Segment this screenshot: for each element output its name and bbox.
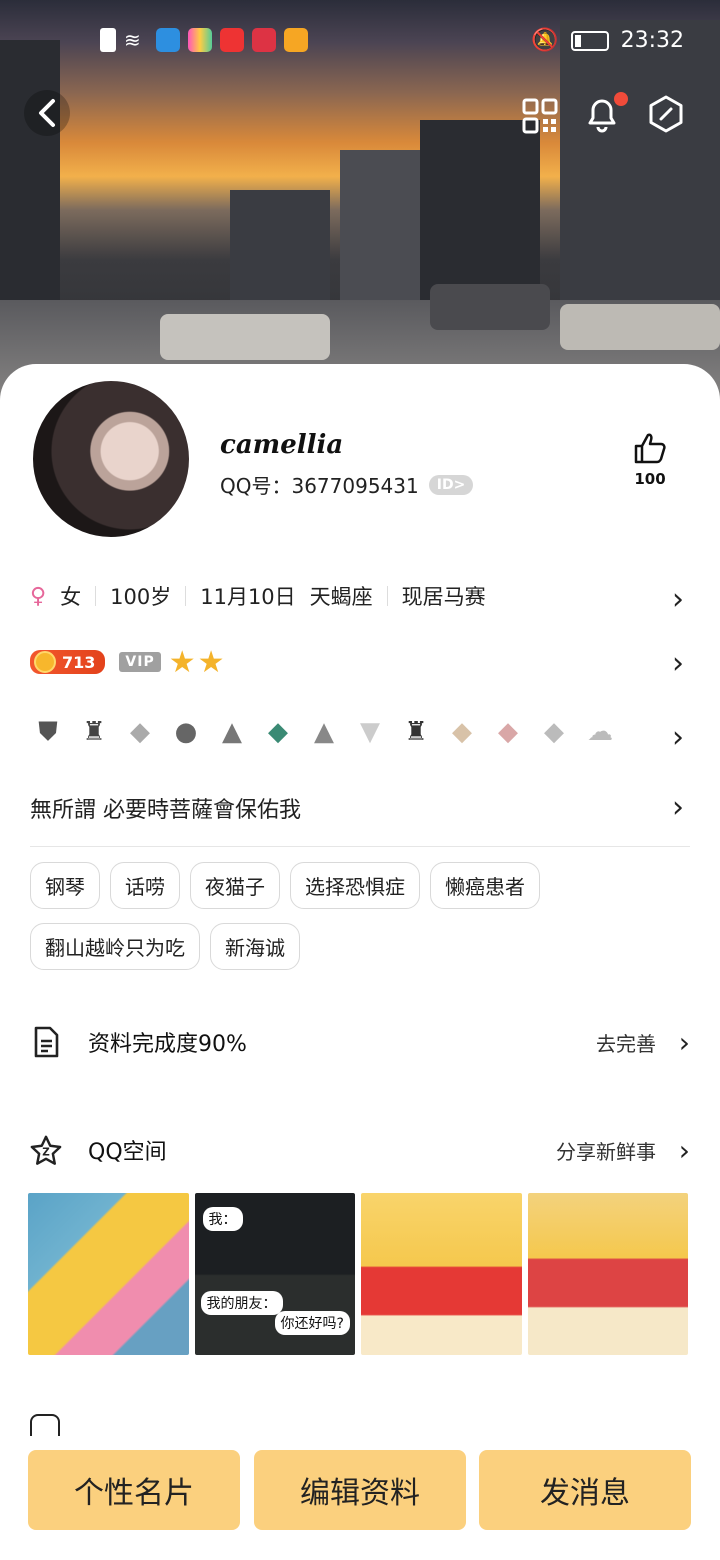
thumbs-up-icon <box>634 433 666 464</box>
status-bar: ≋ 🔕 23:32 <box>0 28 720 58</box>
photos-app-icon <box>188 28 212 52</box>
birthday: 11月10日 <box>200 585 296 609</box>
notification-button[interactable] <box>582 92 628 134</box>
gender: 女 <box>60 585 82 609</box>
shield-app-icon <box>284 28 308 52</box>
browser-app-icon <box>156 28 180 52</box>
qr-code-icon <box>522 98 558 134</box>
completion-label: 资料完成度90% <box>88 1032 247 1057</box>
mute-icon: 🔕 <box>531 28 559 53</box>
qq-number-text: QQ号：3677095431 <box>220 474 419 498</box>
bottom-action-bar: 个性名片 编辑资料 发消息 <box>0 1436 720 1560</box>
next-section-peek <box>30 1412 690 1436</box>
diamond-icon: ◆ <box>544 717 564 747</box>
qzone-row[interactable]: Z QQ空间 分享新鲜事 › <box>30 1130 690 1170</box>
diamond-icon: ◆ <box>498 717 518 747</box>
tag[interactable]: 懒癌患者 <box>430 862 540 909</box>
cover-photo[interactable] <box>0 0 720 420</box>
tag[interactable]: 翻山越岭只为吃 <box>30 923 200 970</box>
mountain-icon: ▲ <box>314 717 334 747</box>
clock: 23:32 <box>620 28 684 53</box>
sim-icon <box>100 28 116 52</box>
mountain-icon: ▲ <box>222 717 242 747</box>
chevron-right-icon: › <box>678 1133 690 1167</box>
coin-icon <box>34 651 56 673</box>
chevron-right-icon: › <box>678 1025 690 1059</box>
battery-icon <box>570 30 609 51</box>
qzone-photo[interactable] <box>28 1193 189 1355</box>
interest-tags: 钢琴 话唠 夜猫子 选择恐惧症 懒癌患者 翻山越岭只为吃 新海诚 <box>30 862 690 970</box>
chevron-right-icon[interactable]: › <box>672 582 684 617</box>
chevron-right-icon[interactable]: › <box>672 720 684 755</box>
send-message-button[interactable]: 发消息 <box>479 1450 691 1530</box>
star-icon: ★ <box>168 644 196 680</box>
cloud-icon: ☁ <box>587 717 613 747</box>
diamond-icon: ▼ <box>360 717 380 747</box>
chevron-right-icon[interactable]: › <box>672 646 684 681</box>
basic-info-row[interactable]: ♀ 女 100岁 11月10日 天蝎座 现居马赛 <box>30 578 690 614</box>
edit-profile-button[interactable]: 编辑资料 <box>254 1450 466 1530</box>
tag[interactable]: 夜猫子 <box>190 862 280 909</box>
share-news-link[interactable]: 分享新鲜事 <box>556 1136 656 1165</box>
profile-card-button[interactable]: 个性名片 <box>28 1450 240 1530</box>
like-button[interactable]: 100 <box>624 432 676 488</box>
qzone-photo[interactable]: 我： 我的朋友： 你还好吗? <box>194 1193 355 1355</box>
id-badge[interactable]: ID> <box>428 474 474 495</box>
medal-wall-row[interactable]: ⛊ ♜ ◆ ● ▲ ◆ ▲ ▼ ♜ ◆ ◆ ◆ ☁ <box>30 712 690 752</box>
tag[interactable]: 新海诚 <box>210 923 300 970</box>
avatar[interactable] <box>30 378 192 540</box>
qzone-photo-strip: 我： 我的朋友： 你还好吗? <box>28 1193 688 1355</box>
notification-dot <box>614 92 628 106</box>
wifi-icon: ≋ <box>124 28 141 52</box>
level-row[interactable]: 713 VIP ★ ★ <box>30 644 690 680</box>
vip-badge: VIP <box>119 652 161 672</box>
document-icon <box>30 1026 62 1058</box>
zodiac: 天蝎座 <box>309 585 373 609</box>
hexagon-icon <box>649 95 683 133</box>
bomb-icon: ● <box>174 717 198 747</box>
complete-profile-link[interactable]: 去完善 <box>596 1028 656 1057</box>
age: 100岁 <box>110 585 172 609</box>
qzone-photo[interactable] <box>361 1193 522 1355</box>
like-count: 100 <box>634 470 666 488</box>
star-icon: ★ <box>197 644 225 680</box>
female-icon: ♀ <box>30 583 47 609</box>
star-outline-icon: Z <box>30 1134 62 1166</box>
diamond-icon: ◆ <box>130 717 150 747</box>
tag[interactable]: 钢琴 <box>30 862 100 909</box>
divider <box>30 846 690 847</box>
gem-icon: ◆ <box>268 717 288 747</box>
bell-crown-icon: ♜ <box>404 717 428 747</box>
signature-text: 無所謂 必要時菩薩會保佑我 <box>30 798 301 823</box>
diamond-icon: ◆ <box>452 717 472 747</box>
qq-number[interactable]: QQ号：3677095431 ID> <box>220 470 474 499</box>
signature-row[interactable]: 無所謂 必要時菩薩會保佑我 <box>30 790 690 826</box>
tag[interactable]: 选择恐惧症 <box>290 862 420 909</box>
bell-crown-icon: ♜ <box>82 717 106 747</box>
qr-code-button[interactable] <box>520 96 560 136</box>
coin-level-badge: 713 <box>30 650 106 674</box>
book-app-icon <box>252 28 276 52</box>
qzone-photo[interactable] <box>527 1193 688 1355</box>
location: 现居马赛 <box>401 585 486 609</box>
back-button[interactable] <box>24 90 70 136</box>
nickname: camellia <box>220 430 344 460</box>
shop-app-icon <box>220 28 244 52</box>
svg-text:Z: Z <box>42 1147 50 1159</box>
qzone-title: QQ空间 <box>88 1140 167 1165</box>
more-settings-button[interactable] <box>646 94 686 134</box>
tag[interactable]: 话唠 <box>110 862 180 909</box>
shield-icon: ⛊ <box>38 716 58 747</box>
profile-completion-row[interactable]: 资料完成度90% 去完善 › <box>30 1022 690 1062</box>
chevron-right-icon[interactable]: › <box>672 790 684 825</box>
